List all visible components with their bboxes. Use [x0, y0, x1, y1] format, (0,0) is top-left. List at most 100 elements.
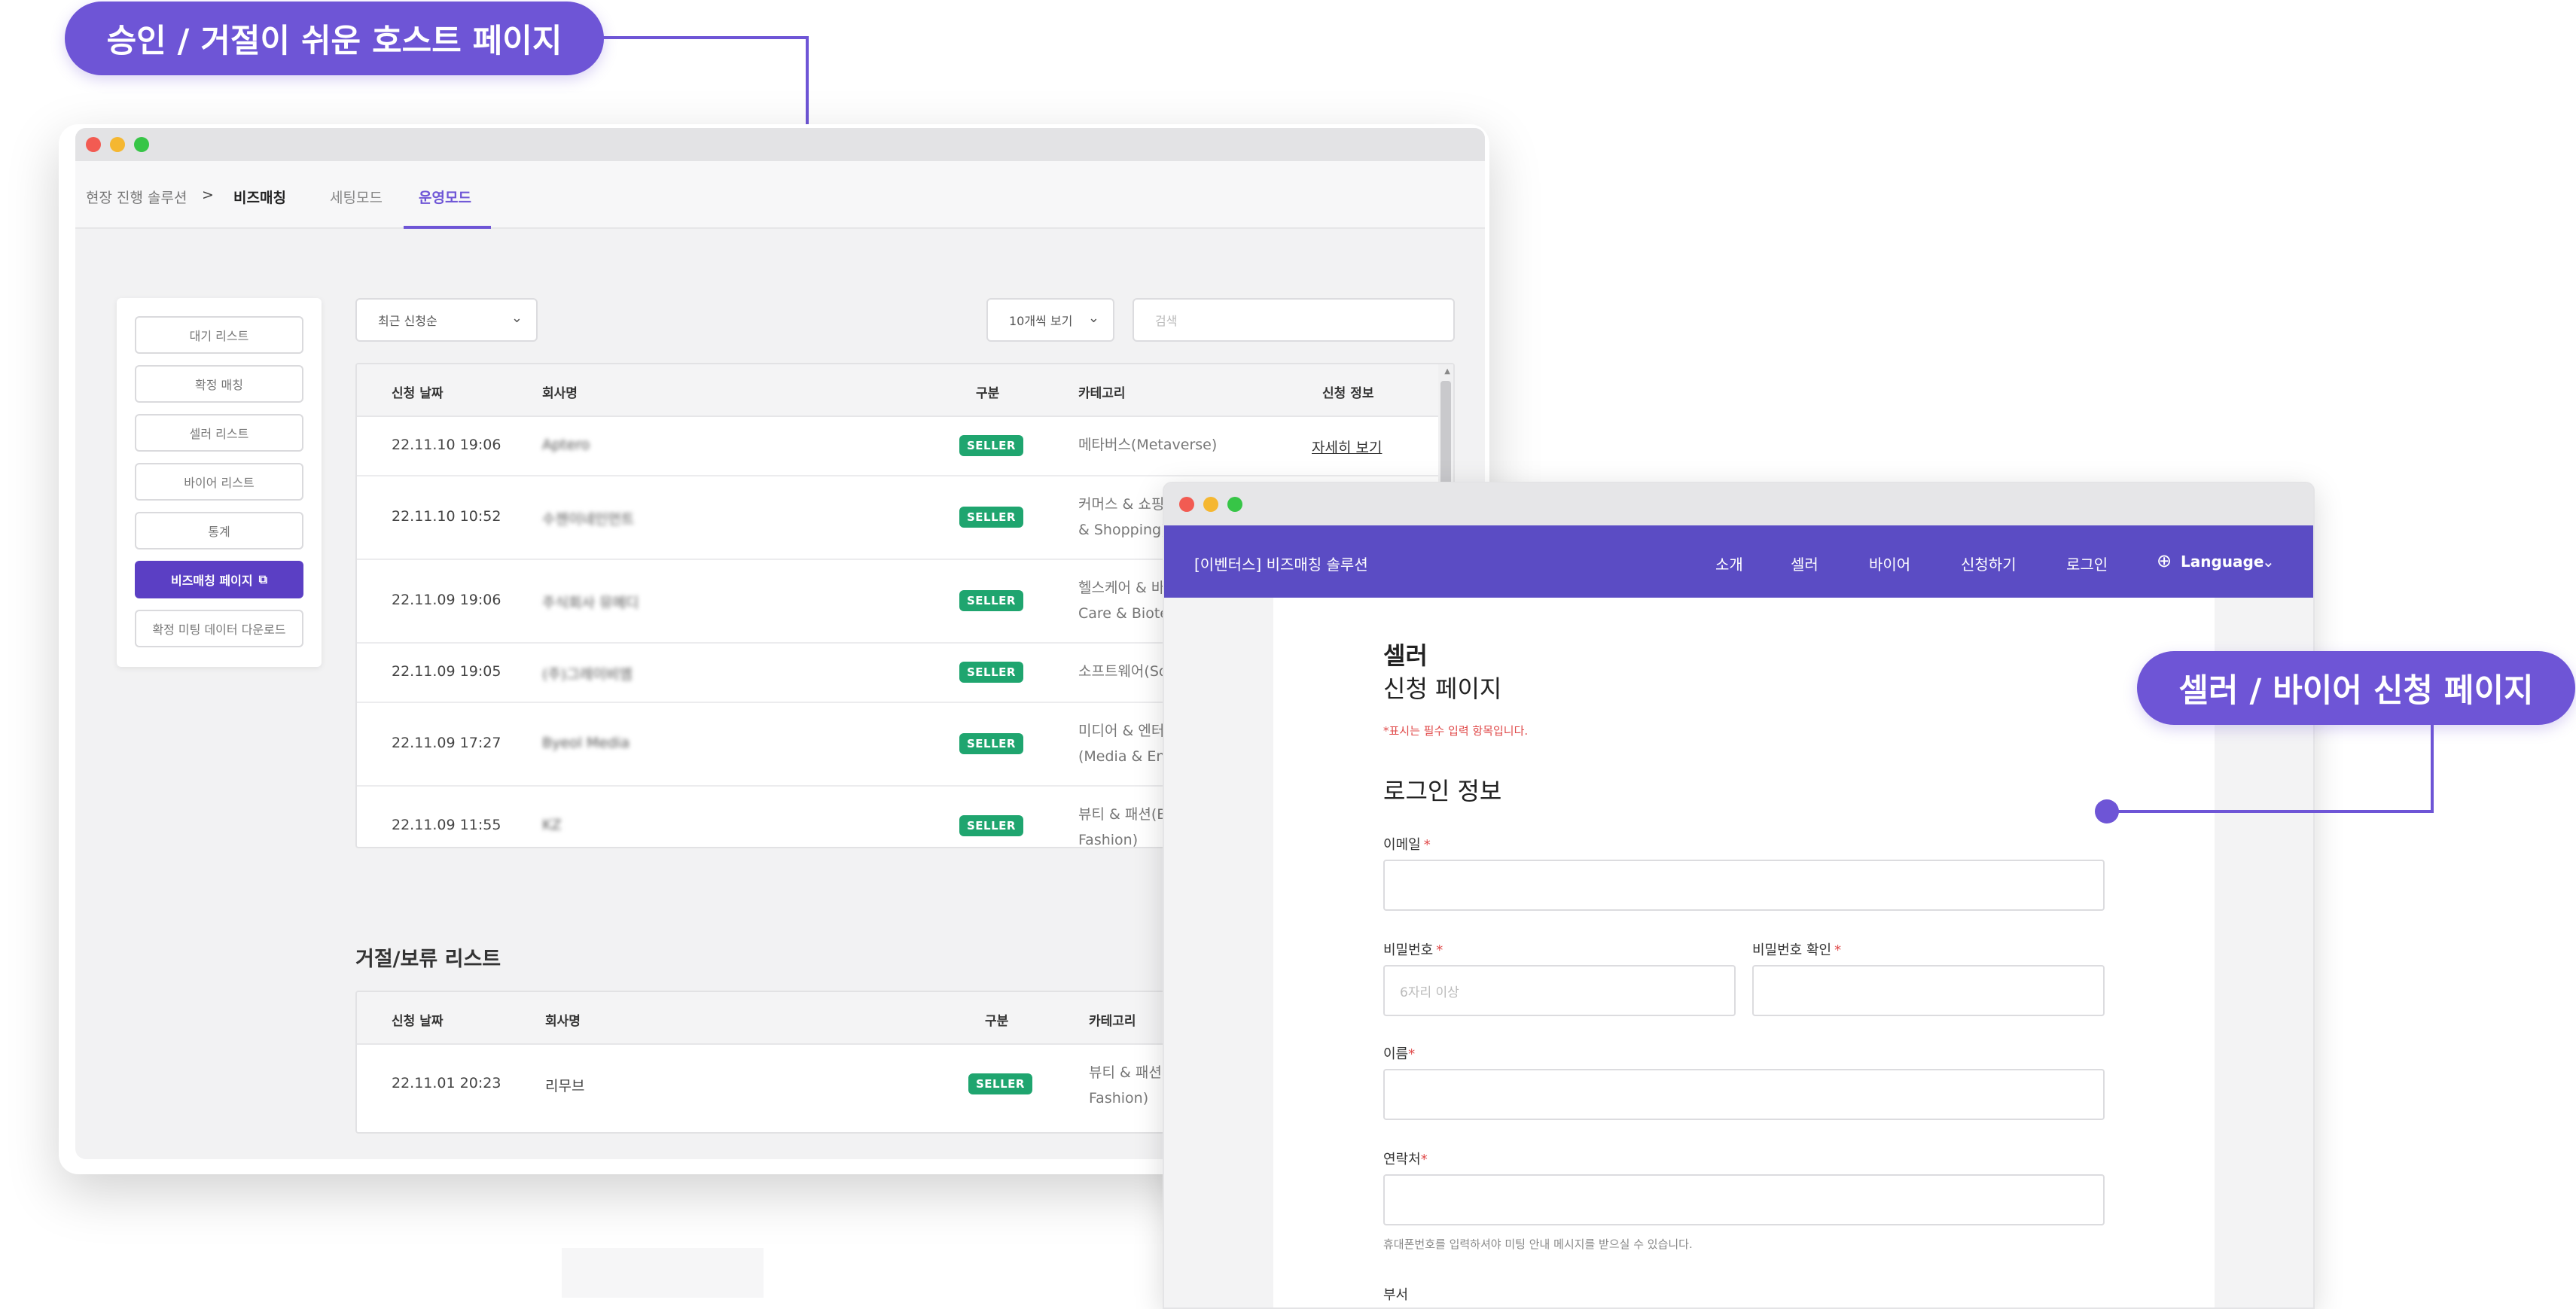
row-category-line2: Fashion): [1078, 832, 1139, 848]
chevron-down-icon: ⌄: [511, 310, 523, 326]
password-field[interactable]: 6자리 이상: [1383, 965, 1736, 1016]
header-date: 신청 날짜: [392, 386, 444, 401]
close-window-button[interactable]: [1179, 497, 1194, 512]
scrollbar-thumb[interactable]: [1440, 381, 1451, 494]
form-title: 셀러: [1383, 641, 1428, 670]
row-date: 22.11.10 19:06: [392, 437, 501, 453]
close-window-button[interactable]: [86, 137, 101, 152]
sidebar-item-download-data[interactable]: 확정 미팅 데이터 다운로드: [135, 610, 303, 647]
row-company: Byeol Media: [542, 735, 630, 751]
chevron-down-icon: ⌄: [1087, 310, 1099, 326]
password-confirm-label-text: 비밀번호 확인: [1752, 942, 1832, 958]
row-date: 22.11.09 19:05: [392, 663, 501, 680]
leader-line: [602, 36, 809, 39]
row-company: 리무브: [545, 1078, 585, 1094]
brand-logo[interactable]: [이벤터스] 비즈매칭 솔루션: [1194, 553, 1368, 574]
breadcrumb-solution[interactable]: 현장 진행 솔루션: [86, 187, 187, 207]
breadcrumb-separator: >: [202, 187, 214, 203]
sidebar-item-buyer-list[interactable]: 바이어 리스트: [135, 463, 303, 501]
row-category-line1: 뷰티 & 패션(: [1089, 1064, 1168, 1081]
required-mark: *: [1420, 1152, 1428, 1167]
search-input[interactable]: 검색: [1133, 298, 1455, 342]
name-label: 이름*: [1383, 1043, 1415, 1063]
sidebar-item-label: 비즈매칭 페이지: [170, 574, 253, 588]
email-label: 이메일 *: [1383, 834, 1431, 854]
table-row[interactable]: 22.11.10 19:06 Aptero SELLER 메타버스(Metave…: [357, 417, 1453, 476]
header-category: 카테고리: [1089, 1014, 1136, 1029]
row-date: 22.11.01 20:23: [392, 1075, 501, 1091]
row-company: 수젠이네인먼트: [542, 511, 635, 528]
seller-window: [이벤터스] 비즈매칭 솔루션 소개 셀러 바이어 신청하기 로그인 ⊕ Lan…: [1163, 482, 2315, 1309]
breadcrumb-bizmatching[interactable]: 비즈매칭: [233, 187, 286, 207]
seller-badge: SELLER: [959, 815, 1023, 836]
minimize-window-button[interactable]: [1203, 497, 1218, 512]
row-category-line2: (Media & Ent: [1078, 748, 1171, 765]
seller-badge: SELLER: [959, 435, 1023, 456]
sidebar-item-statistics[interactable]: 통계: [135, 512, 303, 549]
email-label-text: 이메일: [1383, 837, 1421, 853]
header-company: 회사명: [545, 1014, 581, 1029]
sidebar-item-seller-list[interactable]: 셀러 리스트: [135, 414, 303, 452]
password-confirm-field[interactable]: [1752, 965, 2105, 1016]
page-size-select-value: 10개씩 보기: [1009, 314, 1073, 328]
phone-field[interactable]: [1383, 1174, 2105, 1225]
nav-apply[interactable]: 신청하기: [1961, 553, 2017, 574]
row-date: 22.11.09 17:27: [392, 735, 501, 751]
seller-titlebar: [1164, 483, 2313, 525]
nav-seller[interactable]: 셀러: [1791, 553, 1818, 574]
page-size-select[interactable]: 10개씩 보기 ⌄: [986, 298, 1114, 342]
seller-badge: SELLER: [968, 1073, 1032, 1094]
callout-host-page: 승인 / 거절이 쉬운 호스트 페이지: [65, 2, 604, 75]
sidebar-item-bizmatching-page[interactable]: 비즈매칭 페이지 ⧉: [135, 561, 303, 598]
tab-setting-mode[interactable]: 세팅모드: [330, 187, 383, 207]
active-tab-indicator: [404, 226, 491, 229]
sidebar-item-confirmed-matching[interactable]: 확정 매칭: [135, 365, 303, 403]
header-info: 신청 정보: [1322, 386, 1374, 401]
password-label: 비밀번호 *: [1383, 939, 1443, 959]
seller-badge: SELLER: [959, 733, 1023, 754]
row-category-line1: 커머스 & 쇼핑(: [1078, 496, 1170, 513]
host-titlebar: [75, 128, 1485, 161]
header-type: 구분: [985, 1014, 1009, 1029]
sidebar-item-waiting-list[interactable]: 대기 리스트: [135, 316, 303, 354]
leader-line: [2431, 724, 2434, 813]
host-nav: 현장 진행 솔루션 > 비즈매칭 세팅모드 운영모드: [75, 161, 1485, 229]
external-link-icon: ⧉: [258, 572, 268, 586]
password-confirm-label: 비밀번호 확인 *: [1752, 939, 1841, 959]
required-mark: *: [1408, 1046, 1416, 1062]
leader-dot: [2095, 799, 2119, 823]
row-category-line2: & Shopping): [1078, 522, 1167, 538]
host-sidebar: 대기 리스트 확정 매칭 셀러 리스트 바이어 리스트 통계 비즈매칭 페이지 …: [117, 298, 322, 667]
phone-label-text: 연락처: [1383, 1152, 1421, 1167]
name-field[interactable]: [1383, 1069, 2105, 1120]
phone-label: 연락처*: [1383, 1149, 1428, 1168]
header-category: 카테고리: [1078, 386, 1126, 401]
scroll-up-icon[interactable]: ▲: [1444, 367, 1450, 376]
row-company: (주)그레이비엠: [542, 666, 633, 683]
minimize-window-button[interactable]: [110, 137, 125, 152]
row-company: KZ: [542, 817, 562, 833]
email-field[interactable]: [1383, 860, 2105, 911]
row-category: 메타버스(Metaverse): [1078, 437, 1218, 453]
required-note: *표시는 필수 입력 항목입니다.: [1383, 724, 1529, 738]
nav-login[interactable]: 로그인: [2066, 553, 2108, 574]
maximize-window-button[interactable]: [1227, 497, 1242, 512]
tab-operation-mode[interactable]: 운영모드: [419, 187, 471, 207]
required-mark: *: [1436, 942, 1443, 958]
maximize-window-button[interactable]: [134, 137, 149, 152]
chevron-down-icon: ⌄: [2262, 553, 2275, 571]
row-company: 주식회사 뮤메디: [542, 595, 639, 611]
nav-intro[interactable]: 소개: [1715, 553, 1743, 574]
header-company: 회사명: [542, 386, 578, 401]
required-mark: *: [1834, 942, 1842, 958]
required-mark: *: [1423, 837, 1431, 853]
view-details-link[interactable]: 자세히 보기: [1312, 437, 1382, 457]
sort-select[interactable]: 최근 신청순 ⌄: [355, 298, 538, 342]
nav-buyer[interactable]: 바이어: [1869, 553, 1910, 574]
language-select[interactable]: Language: [2181, 553, 2264, 571]
row-date: 22.11.09 11:55: [392, 817, 501, 833]
header-date: 신청 날짜: [392, 1014, 444, 1029]
seller-badge: SELLER: [959, 662, 1023, 683]
header-type: 구분: [976, 386, 1000, 401]
callout-seller-page: 셀러 / 바이어 신청 페이지: [2137, 651, 2575, 725]
